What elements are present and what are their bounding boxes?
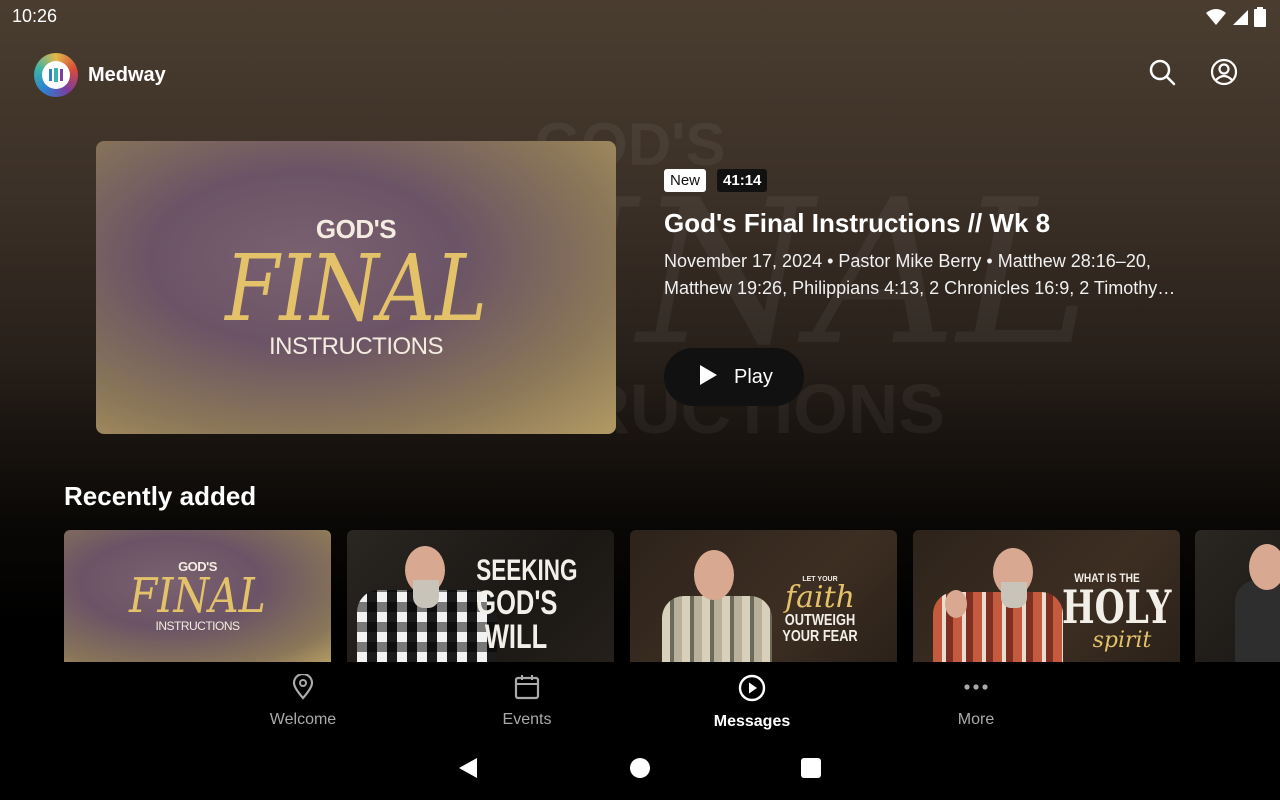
nav-label: Messages: [713, 713, 791, 730]
status-time: 10:26: [12, 6, 58, 26]
card-text-line3: OUTWEIGH: [784, 612, 856, 629]
nav-item-more[interactable]: More: [916, 674, 1036, 729]
status-icons: [1206, 7, 1266, 32]
play-button[interactable]: Play: [664, 348, 804, 406]
bottom-navigation: Welcome Events Messages More: [0, 662, 1280, 740]
battery-icon: [1254, 7, 1266, 32]
app-logo[interactable]: [34, 53, 78, 97]
top-actions: [1146, 58, 1240, 90]
recents-square-icon: [800, 757, 822, 784]
recents-button[interactable]: [797, 756, 825, 784]
hero-meta: November 17, 2024 • Pastor Mike Berry • …: [664, 251, 1158, 298]
home-button[interactable]: [626, 756, 654, 784]
card-title-art: LET YOUR faith OUTWEIGH YOUR FEAR: [762, 576, 878, 645]
nav-item-messages[interactable]: Messages: [692, 674, 812, 731]
wifi-icon: [1206, 8, 1226, 31]
duration-badge: 41:14: [717, 169, 768, 192]
hero-art-line2: FINAL: [225, 235, 487, 343]
play-circle-icon: [738, 674, 766, 707]
back-button[interactable]: [454, 756, 482, 784]
hero-badges: New 41:14: [664, 169, 768, 192]
recently-added-rail[interactable]: GOD'S FINAL INSTRUCTIONS SEEKING GOD'S W…: [64, 530, 1280, 662]
card-title-art: SEEKING GOD'S WILL: [463, 554, 578, 656]
nav-item-welcome[interactable]: Welcome: [243, 672, 363, 729]
back-triangle-icon: [457, 756, 479, 785]
play-icon: [698, 364, 718, 391]
message-card[interactable]: LET YOUR faith OUTWEIGH YOUR FEAR: [630, 530, 897, 662]
status-bar: 10:26: [0, 0, 1280, 34]
message-card[interactable]: WHAT IS THE HOLY spirit: [913, 530, 1180, 662]
calendar-icon: [514, 674, 540, 705]
nav-label: Welcome: [269, 711, 337, 728]
speaker-image: [1235, 530, 1280, 662]
cell-signal-icon: [1232, 8, 1248, 31]
logo-mark: [42, 61, 70, 89]
card-text-line1: SEEKING: [476, 554, 578, 587]
card-text-line2: faith: [785, 580, 855, 615]
card-text-line3: WILL: [484, 618, 548, 656]
card-text-line2: FINAL: [129, 567, 266, 624]
message-card[interactable]: [1195, 530, 1280, 662]
search-icon: [1148, 58, 1176, 91]
hero-artwork: GOD'S FINAL INSTRUCTIONS: [96, 141, 616, 434]
nav-label: More: [957, 711, 995, 728]
nav-item-events[interactable]: Events: [467, 674, 587, 729]
play-label: Play: [734, 365, 773, 388]
message-card[interactable]: GOD'S FINAL INSTRUCTIONS: [64, 530, 331, 662]
account-circle-icon: [1210, 58, 1238, 91]
hero-thumbnail[interactable]: GOD'S FINAL INSTRUCTIONS: [96, 141, 616, 434]
app-name: Medway: [88, 64, 166, 86]
location-pin-icon: [291, 672, 315, 705]
nav-label: Events: [502, 711, 552, 728]
account-button[interactable]: [1208, 58, 1240, 90]
system-navigation-bar: [0, 740, 1280, 800]
speaker-image: [927, 530, 1063, 662]
card-artwork: GOD'S FINAL INSTRUCTIONS: [64, 530, 331, 662]
home-circle-icon: [629, 757, 651, 784]
message-card[interactable]: SEEKING GOD'S WILL: [347, 530, 614, 662]
card-title-art: WHAT IS THE HOLY spirit: [1047, 572, 1172, 652]
speaker-image: [662, 530, 772, 662]
card-text-line2: HOLY: [1062, 580, 1172, 634]
hero-title: God's Final Instructions // Wk 8: [664, 208, 1051, 238]
card-text-line4: YOUR FEAR: [782, 628, 858, 645]
new-badge: New: [664, 169, 707, 192]
more-dots-icon: [962, 674, 990, 705]
recently-added-title: Recently added: [64, 481, 257, 511]
search-button[interactable]: [1146, 58, 1178, 90]
card-text-line2: GOD'S: [476, 584, 558, 622]
